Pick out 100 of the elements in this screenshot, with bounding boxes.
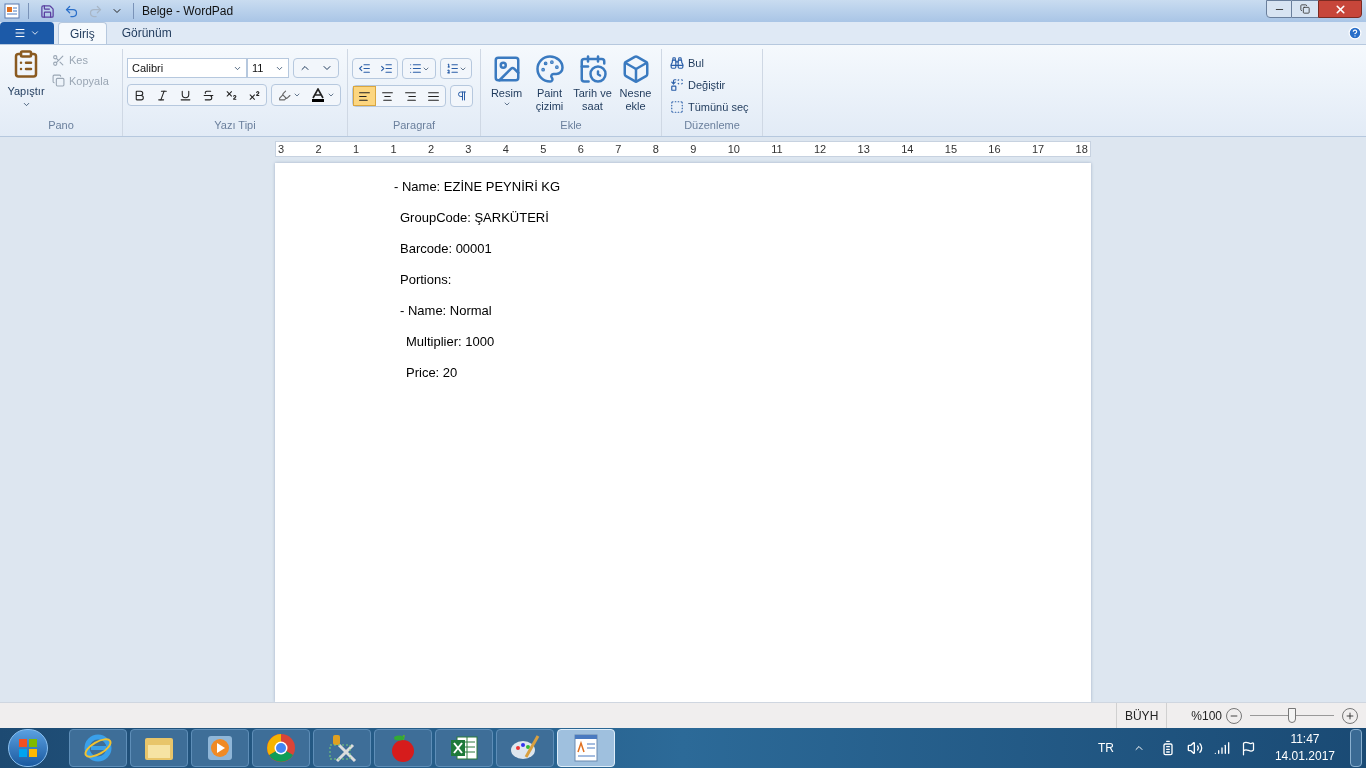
font-family-field[interactable]: Calibri (127, 58, 247, 78)
ruler-number: 1 (352, 141, 360, 157)
ruler-number: 7 (615, 141, 622, 157)
flag-icon[interactable] (1240, 740, 1256, 756)
clock-date: 14.01.2017 (1274, 748, 1335, 765)
tools-icon (327, 733, 357, 763)
insert-button[interactable]: Tarih ve saat (572, 54, 613, 117)
font-size-field[interactable]: 11 (247, 58, 289, 78)
calendar-clock-icon (577, 54, 608, 84)
ruler-number: 10 (727, 141, 740, 157)
maximize-button[interactable] (1292, 0, 1318, 18)
document-line: Portions: (399, 271, 453, 289)
browser-logo-icon (266, 733, 296, 763)
paste-button[interactable]: Yapıştır (4, 49, 48, 117)
taskbar-app-button[interactable] (435, 729, 493, 767)
caret-icon (30, 28, 40, 38)
e-logo-icon (83, 733, 113, 763)
taskbar-app-button[interactable] (313, 729, 371, 767)
copy-icon (52, 74, 65, 88)
ruler-number: 5 (540, 141, 547, 157)
ruler-number: 9 (690, 141, 697, 157)
palette-icon (534, 54, 565, 84)
ruler-number: 6 (577, 141, 584, 157)
redo-icon (87, 3, 103, 19)
application-menu-button[interactable] (0, 22, 54, 44)
clock[interactable]: 11:47 14.01.2017 (1274, 731, 1335, 765)
ruler-number: 18 (1075, 141, 1088, 157)
apple-icon (389, 733, 417, 763)
group-label: Ekle (559, 117, 583, 133)
ruler-number: 14 (901, 141, 914, 157)
ruler-number: 3 (278, 141, 285, 157)
highlighter-icon (277, 88, 291, 102)
taskbar-app-button[interactable] (252, 729, 310, 767)
list-icon (408, 62, 422, 75)
caret-icon (327, 91, 335, 99)
italic-icon (156, 88, 169, 102)
slider-thumb[interactable] (1288, 707, 1296, 723)
insert-button[interactable]: Paint çizimi (529, 54, 570, 117)
ribbon-tab[interactable]: Giriş (58, 22, 107, 44)
insert-button[interactable]: Nesne ekle (615, 54, 656, 117)
windows-logo-icon (18, 738, 38, 758)
zoom-slider[interactable] (1250, 707, 1334, 724)
line-spacing-icon (445, 62, 459, 75)
insert-button[interactable]: Resim (486, 54, 527, 117)
folder-icon (144, 735, 174, 761)
group-label: Paragraf (391, 117, 437, 133)
save-icon (39, 3, 55, 19)
taskbar-app-button[interactable] (69, 729, 127, 767)
undo-icon (63, 3, 79, 19)
align-left-icon (358, 89, 371, 103)
editing-button[interactable]: Tümünü seç (670, 98, 758, 116)
show-desktop-button[interactable] (1350, 729, 1362, 767)
ruler-number: 16 (988, 141, 1001, 157)
paragraph-button[interactable] (450, 85, 473, 107)
font-color-icon (311, 88, 325, 102)
taskbar-app-button[interactable] (191, 729, 249, 767)
ruler-number: 17 (1031, 141, 1045, 157)
pilcrow-icon (455, 90, 468, 102)
ribbon-tab[interactable]: Görünüm (110, 22, 183, 44)
superscript-icon (248, 88, 261, 102)
subscript-icon (225, 88, 238, 102)
ruler-number: 15 (944, 141, 957, 157)
scissors-icon (52, 53, 65, 67)
caret-icon (292, 91, 301, 99)
ruler-number: 3 (465, 141, 472, 157)
replace-icon (670, 78, 684, 92)
document-icon (573, 734, 599, 762)
taskbar-app-button[interactable] (130, 729, 188, 767)
ruler-number: 1 (390, 141, 397, 157)
close-button[interactable] (1318, 0, 1362, 18)
restore-icon (1300, 4, 1310, 14)
binoculars-icon (670, 56, 684, 70)
plus-icon (1345, 710, 1355, 721)
signal-icon[interactable] (1213, 740, 1230, 756)
align-justify-icon (427, 89, 440, 103)
ruler-number: 13 (857, 141, 870, 157)
strikethrough-icon (202, 88, 215, 102)
taskbar-app-button[interactable] (496, 729, 554, 767)
start-button[interactable] (8, 729, 48, 767)
bullet-list-button[interactable] (402, 58, 436, 79)
clock-time: 11:47 (1290, 731, 1320, 748)
document-line: GroupCode: ŞARKÜTERİ (399, 209, 550, 227)
document-line: - Name: Normal (399, 302, 493, 320)
bold-icon (133, 88, 146, 102)
editing-button[interactable]: Bul (670, 54, 758, 72)
ruler-number: 11 (771, 141, 783, 157)
help-icon[interactable] (1348, 26, 1362, 40)
align-center-icon (381, 89, 394, 103)
language-indicator[interactable]: TR (1097, 739, 1114, 757)
zoom-level: %100 (1191, 707, 1222, 725)
dashed-square-icon (670, 100, 684, 114)
outdent-icon (357, 62, 371, 75)
editing-button[interactable]: Değiştir (670, 76, 758, 94)
ruler-number: 8 (652, 141, 659, 157)
menu-icon (14, 27, 26, 39)
line-spacing-button[interactable] (440, 58, 472, 79)
volume-icon[interactable] (1186, 740, 1203, 756)
align-right-icon (404, 89, 417, 103)
align-left-button[interactable] (353, 86, 376, 106)
minimize-button[interactable] (1266, 0, 1292, 18)
